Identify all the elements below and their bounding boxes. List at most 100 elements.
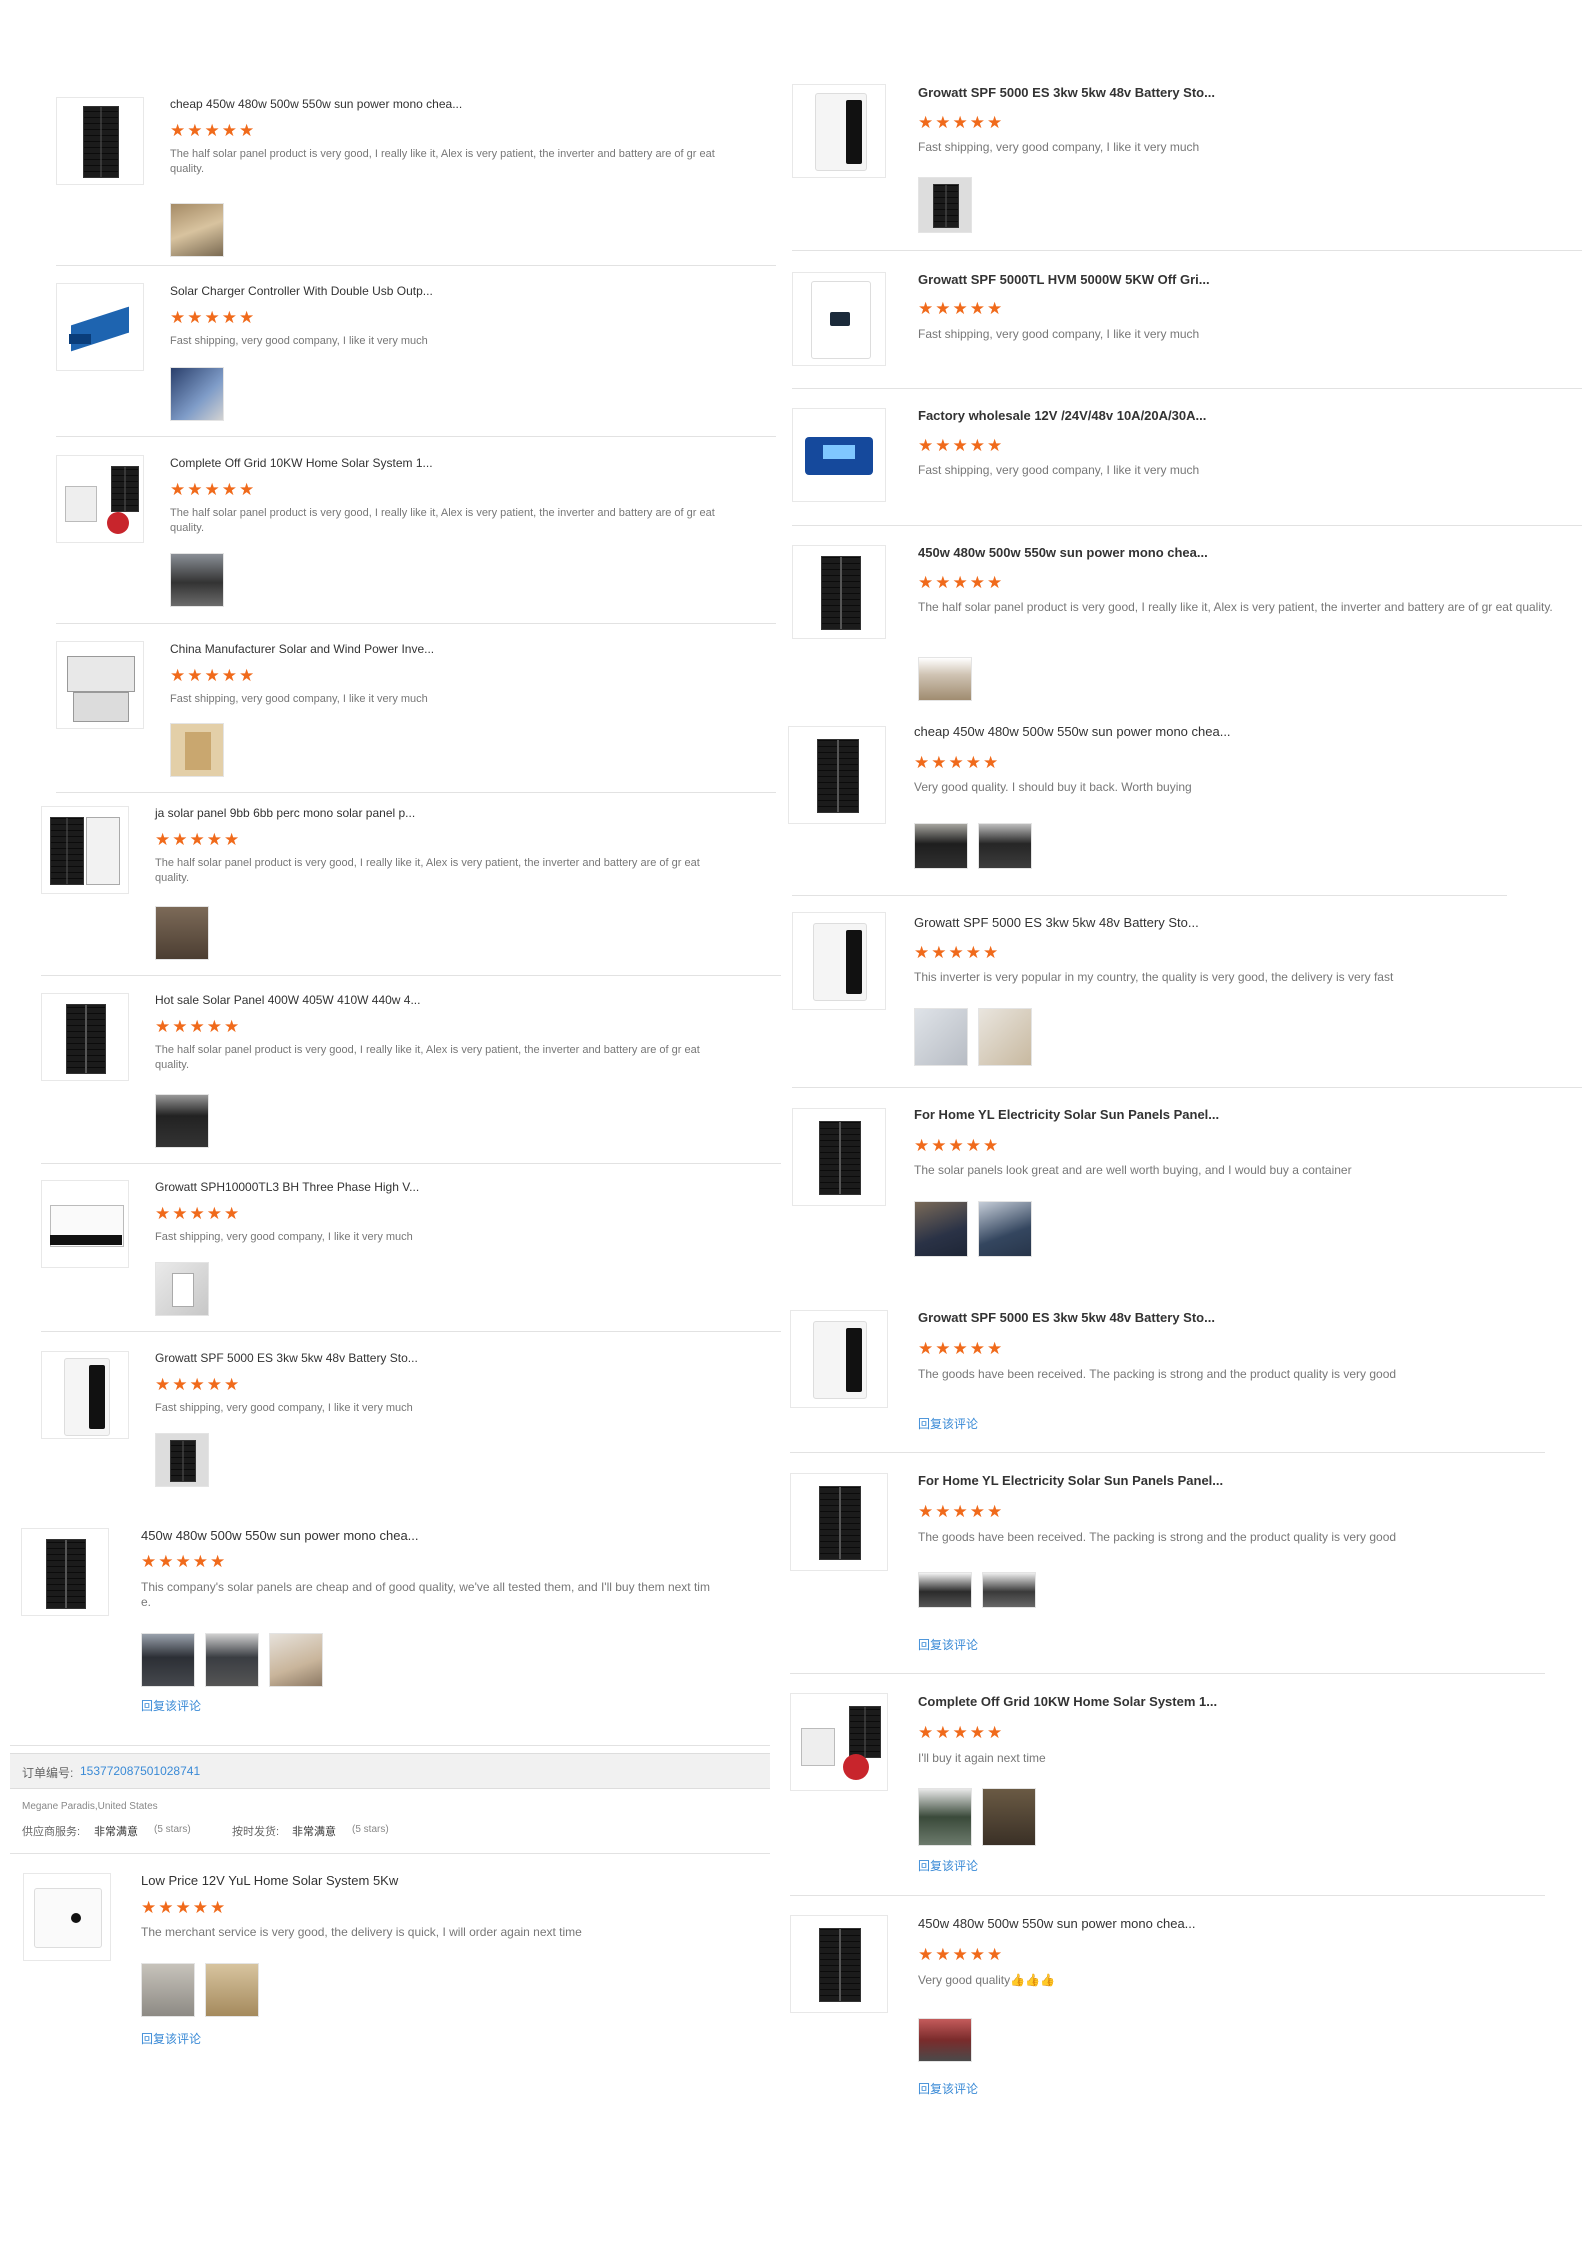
review-photos	[914, 1201, 1032, 1257]
product-title[interactable]: Complete Off Grid 10KW Home Solar System…	[918, 1694, 1217, 1709]
review-photo[interactable]	[170, 723, 224, 777]
product-thumbnail[interactable]	[56, 641, 144, 729]
review-photo[interactable]	[141, 1633, 195, 1687]
review-text: The merchant service is very good, the d…	[141, 1925, 582, 1939]
product-title[interactable]: Growatt SPF 5000 ES 3kw 5kw 48v Battery …	[918, 1310, 1215, 1325]
review-photo[interactable]	[170, 203, 224, 257]
review-photo[interactable]	[170, 367, 224, 421]
product-title[interactable]: cheap 450w 480w 500w 550w sun power mono…	[170, 97, 462, 111]
product-thumbnail[interactable]	[41, 993, 129, 1081]
divider	[790, 1673, 1545, 1674]
review-photo[interactable]	[918, 657, 972, 701]
product-title[interactable]: Complete Off Grid 10KW Home Solar System…	[170, 456, 433, 470]
rating-stars: ★★★★★	[914, 1136, 1001, 1155]
product-thumbnail[interactable]	[790, 1310, 888, 1408]
review-photo[interactable]	[269, 1633, 323, 1687]
review-photos	[155, 906, 209, 960]
product-thumbnail[interactable]	[56, 455, 144, 543]
product-thumbnail[interactable]	[790, 1915, 888, 2013]
product-thumbnail[interactable]	[792, 1108, 886, 1206]
reply-link[interactable]: 回复该评论	[918, 1415, 978, 1432]
product-thumbnail[interactable]	[21, 1528, 109, 1616]
product-title[interactable]: Growatt SPH10000TL3 BH Three Phase High …	[155, 1180, 419, 1194]
review-photo[interactable]	[978, 1008, 1032, 1066]
review-text: The solar panels look great and are well…	[914, 1163, 1352, 1177]
reply-link[interactable]: 回复该评论	[918, 2080, 978, 2097]
review-photo[interactable]	[982, 1572, 1036, 1608]
product-thumbnail[interactable]	[792, 408, 886, 502]
review-photos	[170, 723, 224, 777]
reply-link[interactable]: 回复该评论	[141, 1697, 201, 1714]
review-photo[interactable]	[918, 1572, 972, 1608]
product-title[interactable]: ja solar panel 9bb 6bb perc mono solar p…	[155, 806, 415, 820]
divider	[41, 1163, 781, 1164]
product-title[interactable]: For Home YL Electricity Solar Sun Panels…	[914, 1107, 1219, 1122]
review-photo[interactable]	[982, 1788, 1036, 1846]
product-title[interactable]: Growatt SPF 5000 ES 3kw 5kw 48v Battery …	[918, 85, 1215, 100]
review-photo[interactable]	[978, 823, 1032, 869]
ontime-label: 按时发货:	[232, 1826, 280, 1838]
review-photo[interactable]	[918, 1788, 972, 1846]
review-photo[interactable]	[141, 1963, 195, 2017]
rating-stars: ★★★★★	[141, 1552, 228, 1571]
review-photo[interactable]	[155, 1262, 209, 1316]
product-thumbnail[interactable]	[56, 97, 144, 185]
review-text: The half solar panel product is very goo…	[170, 148, 715, 175]
product-title[interactable]: Low Price 12V YuL Home Solar System 5Kw	[141, 1873, 398, 1888]
review-text: The goods have been received. The packin…	[918, 1367, 1397, 1381]
reply-link[interactable]: 回复该评论	[918, 1857, 978, 1874]
product-thumbnail[interactable]	[56, 283, 144, 371]
product-title[interactable]: Growatt SPF 5000TL HVM 5000W 5KW Off Gri…	[918, 272, 1210, 287]
product-thumbnail[interactable]	[790, 1693, 888, 1791]
product-title[interactable]: For Home YL Electricity Solar Sun Panels…	[918, 1473, 1223, 1488]
product-thumbnail[interactable]	[788, 726, 886, 824]
review-photo[interactable]	[170, 553, 224, 607]
product-thumbnail[interactable]	[41, 1180, 129, 1268]
order-number-link[interactable]: 153772087501028741	[80, 1764, 200, 1778]
review-photo[interactable]	[155, 1433, 209, 1487]
review-photo[interactable]	[978, 1201, 1032, 1257]
review-photos	[155, 1262, 209, 1316]
review-text: The half solar panel product is very goo…	[918, 600, 1553, 614]
product-thumbnail[interactable]	[41, 806, 129, 894]
product-title[interactable]: 450w 480w 500w 550w sun power mono chea.…	[141, 1528, 419, 1543]
product-title[interactable]: Hot sale Solar Panel 400W 405W 410W 440w…	[155, 993, 420, 1007]
divider	[56, 436, 776, 437]
product-title[interactable]: Factory wholesale 12V /24V/48v 10A/20A/3…	[918, 408, 1206, 423]
product-title[interactable]: China Manufacturer Solar and Wind Power …	[170, 642, 434, 656]
ontime-value: 非常满意	[292, 1826, 336, 1838]
product-thumbnail[interactable]	[792, 545, 886, 639]
review-photos	[155, 1094, 209, 1148]
review-photo[interactable]	[205, 1963, 259, 2017]
review-photo[interactable]	[918, 177, 972, 233]
review-photo[interactable]	[918, 2018, 972, 2062]
review-photo[interactable]	[155, 1094, 209, 1148]
product-title[interactable]: Growatt SPF 5000 ES 3kw 5kw 48v Battery …	[155, 1351, 418, 1365]
review-photo[interactable]	[155, 906, 209, 960]
product-title[interactable]: 450w 480w 500w 550w sun power mono chea.…	[918, 545, 1208, 560]
review-text: This inverter is very popular in my coun…	[914, 970, 1394, 984]
review-photo[interactable]	[914, 823, 968, 869]
product-title[interactable]: 450w 480w 500w 550w sun power mono chea.…	[918, 1916, 1196, 1931]
review-photo[interactable]	[205, 1633, 259, 1687]
reply-link[interactable]: 回复该评论	[918, 1636, 978, 1653]
divider	[792, 250, 1582, 251]
product-thumbnail[interactable]	[41, 1351, 129, 1439]
rating-stars: ★★★★★	[918, 113, 1005, 132]
rating-stars: ★★★★★	[918, 299, 1005, 318]
reply-link[interactable]: 回复该评论	[141, 2030, 201, 2047]
product-thumbnail[interactable]	[792, 84, 886, 178]
divider	[792, 388, 1582, 389]
rating-stars: ★★★★★	[918, 1945, 1005, 1964]
product-title[interactable]: Growatt SPF 5000 ES 3kw 5kw 48v Battery …	[914, 915, 1199, 930]
product-thumbnail[interactable]	[792, 272, 886, 366]
review-text: Fast shipping, very good company, I like…	[170, 693, 428, 705]
product-thumbnail[interactable]	[790, 1473, 888, 1571]
review-photo[interactable]	[914, 1201, 968, 1257]
product-title[interactable]: cheap 450w 480w 500w 550w sun power mono…	[914, 724, 1231, 739]
product-thumbnail[interactable]	[792, 912, 886, 1010]
product-thumbnail[interactable]	[23, 1873, 111, 1961]
review-photos	[170, 367, 224, 421]
product-title[interactable]: Solar Charger Controller With Double Usb…	[170, 284, 433, 298]
review-photo[interactable]	[914, 1008, 968, 1066]
